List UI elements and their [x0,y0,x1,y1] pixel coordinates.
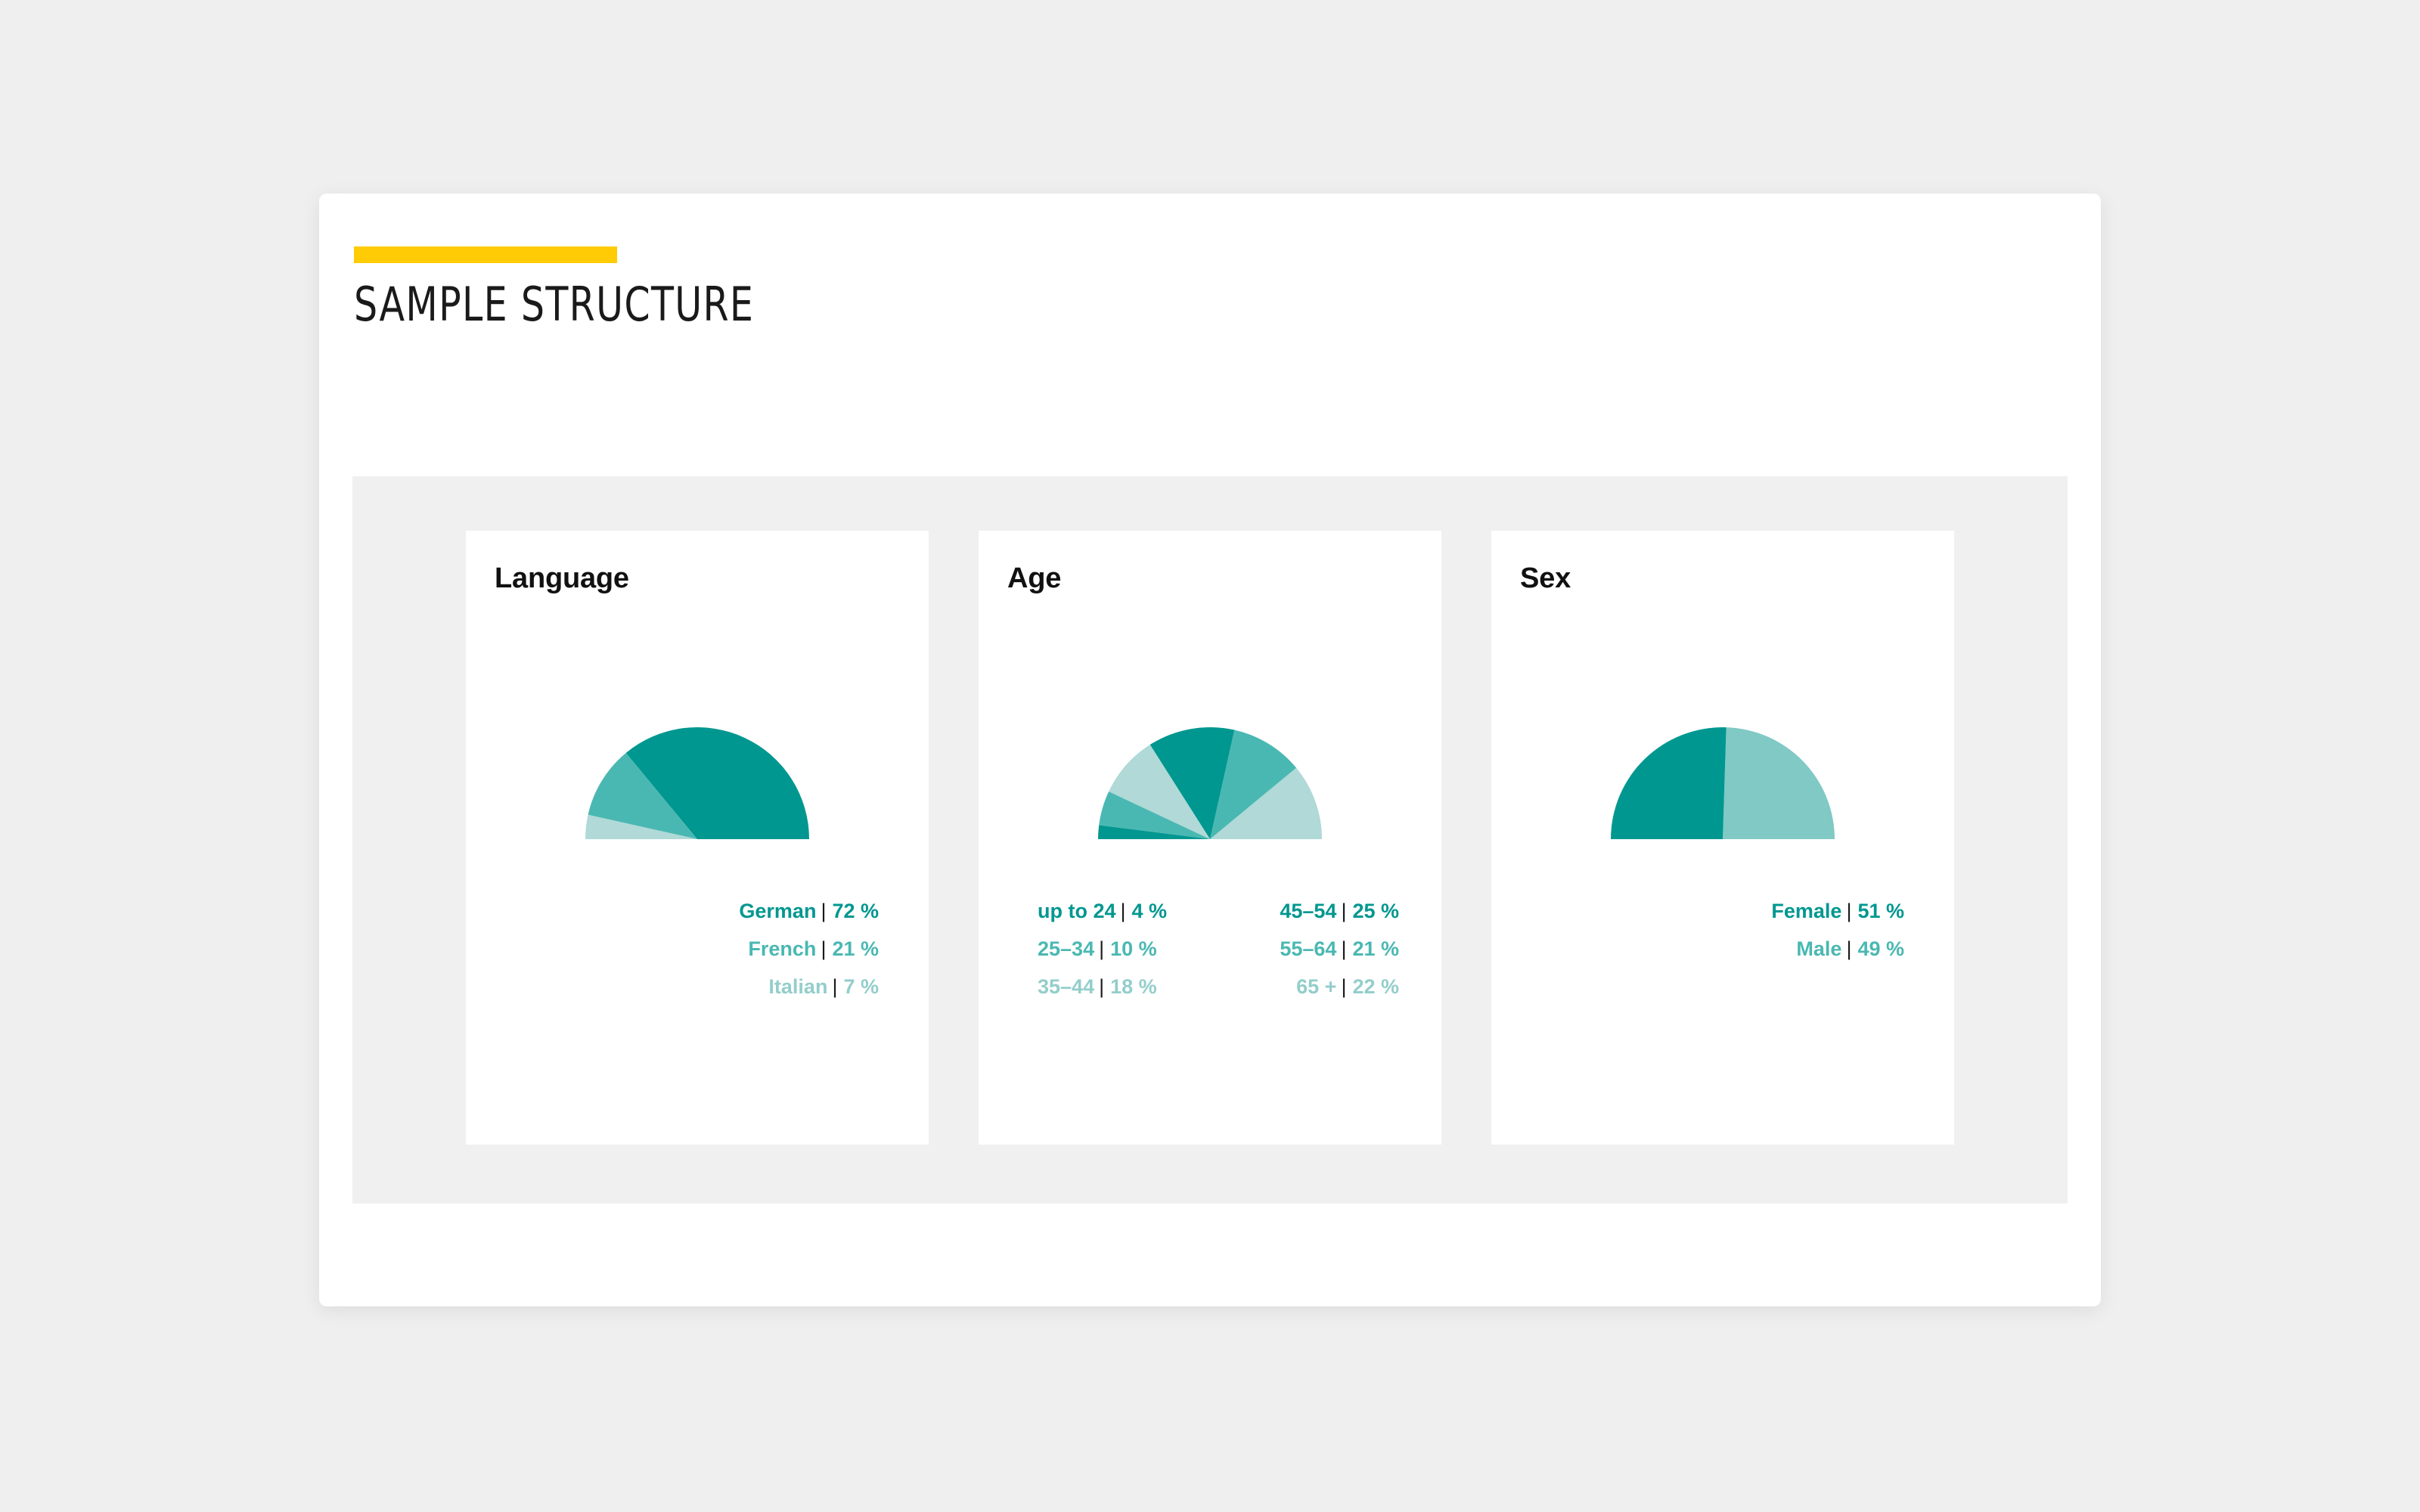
legend-row: 55–64 | 21 % [1280,930,1399,968]
semicircle-chart [585,727,809,839]
charts-panel: Language German | 72 % French | 21 % Italian | 7 … [352,476,2068,1204]
legend-label: Male [1796,937,1842,960]
legend-value: 10 % [1110,937,1157,960]
legend-row: 45–54 | 25 % [1280,892,1399,930]
legend-separator: | [1099,975,1105,998]
legend-row: 65 + | 22 % [1280,968,1399,1005]
legend-label: French [748,937,817,960]
legend-separator: | [832,975,838,998]
chart-card-age: Age up to 24 | 4 % 25–34 | 10 % 35–44 | 18 % 45–54… [979,531,1441,1145]
card-title: Age [1007,562,1062,594]
page-title: SAMPLE STRUCTURE [354,277,755,332]
semicircle-chart [1611,727,1835,839]
legend-value: 21 % [1352,937,1399,960]
chart-container [466,727,929,839]
chart-container [979,727,1441,839]
legend-value: 22 % [1352,975,1399,998]
legend-row: up to 24 | 4 % [1038,892,1167,930]
legend-separator: | [1099,937,1105,960]
legend-separator: | [1341,937,1347,960]
chart-cards-row: Language German | 72 % French | 21 % Italian | 7 … [466,531,1954,1145]
legend-label: 55–64 [1280,937,1337,960]
semicircle-chart [1098,727,1322,839]
legend-label: Italian [768,975,828,998]
legend-label: German [739,900,817,922]
legend-separator: | [1846,900,1852,922]
legend-separator: | [1341,975,1347,998]
legend-separator: | [1341,900,1347,922]
legend-separator: | [821,900,827,922]
legend-label: Female [1771,900,1842,922]
legend-value: 25 % [1352,900,1399,922]
legend-separator: | [1846,937,1852,960]
legend-label: up to 24 [1038,900,1116,922]
legend-row: Female | 51 % [1541,892,1904,930]
legend-value: 49 % [1857,937,1904,960]
legend-column-right: 45–54 | 25 % 55–64 | 21 % 65 + | 22 % [1280,892,1399,1005]
legend-label: 35–44 [1038,975,1095,998]
legend-label: 45–54 [1280,900,1337,922]
chart-container [1491,727,1954,839]
legend-label: 25–34 [1038,937,1095,960]
legend-value: 18 % [1110,975,1157,998]
legend-value: 72 % [832,900,879,922]
chart-legend: German | 72 % French | 21 % Italian | 7 % [466,892,929,1005]
legend-row: German | 72 % [516,892,879,930]
chart-card-sex: Sex Female | 51 % Male | 49 % [1491,531,1954,1145]
legend-row: 25–34 | 10 % [1038,930,1167,968]
legend-row: French | 21 % [516,930,879,968]
legend-value: 51 % [1857,900,1904,922]
chart-card-language: Language German | 72 % French | 21 % Italian | 7 … [466,531,929,1145]
legend-value: 21 % [832,937,879,960]
legend-separator: | [821,937,827,960]
chart-legend: up to 24 | 4 % 25–34 | 10 % 35–44 | 18 % 45–54 | 25… [979,892,1441,1005]
pie-slice [1611,727,1727,839]
legend-row: Male | 49 % [1541,930,1904,968]
legend-value: 4 % [1131,900,1168,922]
slide-card: SAMPLE STRUCTURE Language German | 72 % Fren… [319,194,2101,1306]
card-title: Sex [1520,562,1571,594]
legend-label: 65 + [1296,975,1337,998]
legend-row: Italian | 7 % [516,968,879,1005]
legend-row: 35–44 | 18 % [1038,968,1167,1005]
pie-slice [1723,727,1835,839]
accent-bar [354,246,617,263]
legend-separator: | [1120,900,1126,922]
chart-legend: Female | 51 % Male | 49 % [1491,892,1954,968]
legend-value: 7 % [843,975,879,998]
legend-column-left: up to 24 | 4 % 25–34 | 10 % 35–44 | 18 % [1038,892,1167,1005]
card-title: Language [495,562,629,594]
